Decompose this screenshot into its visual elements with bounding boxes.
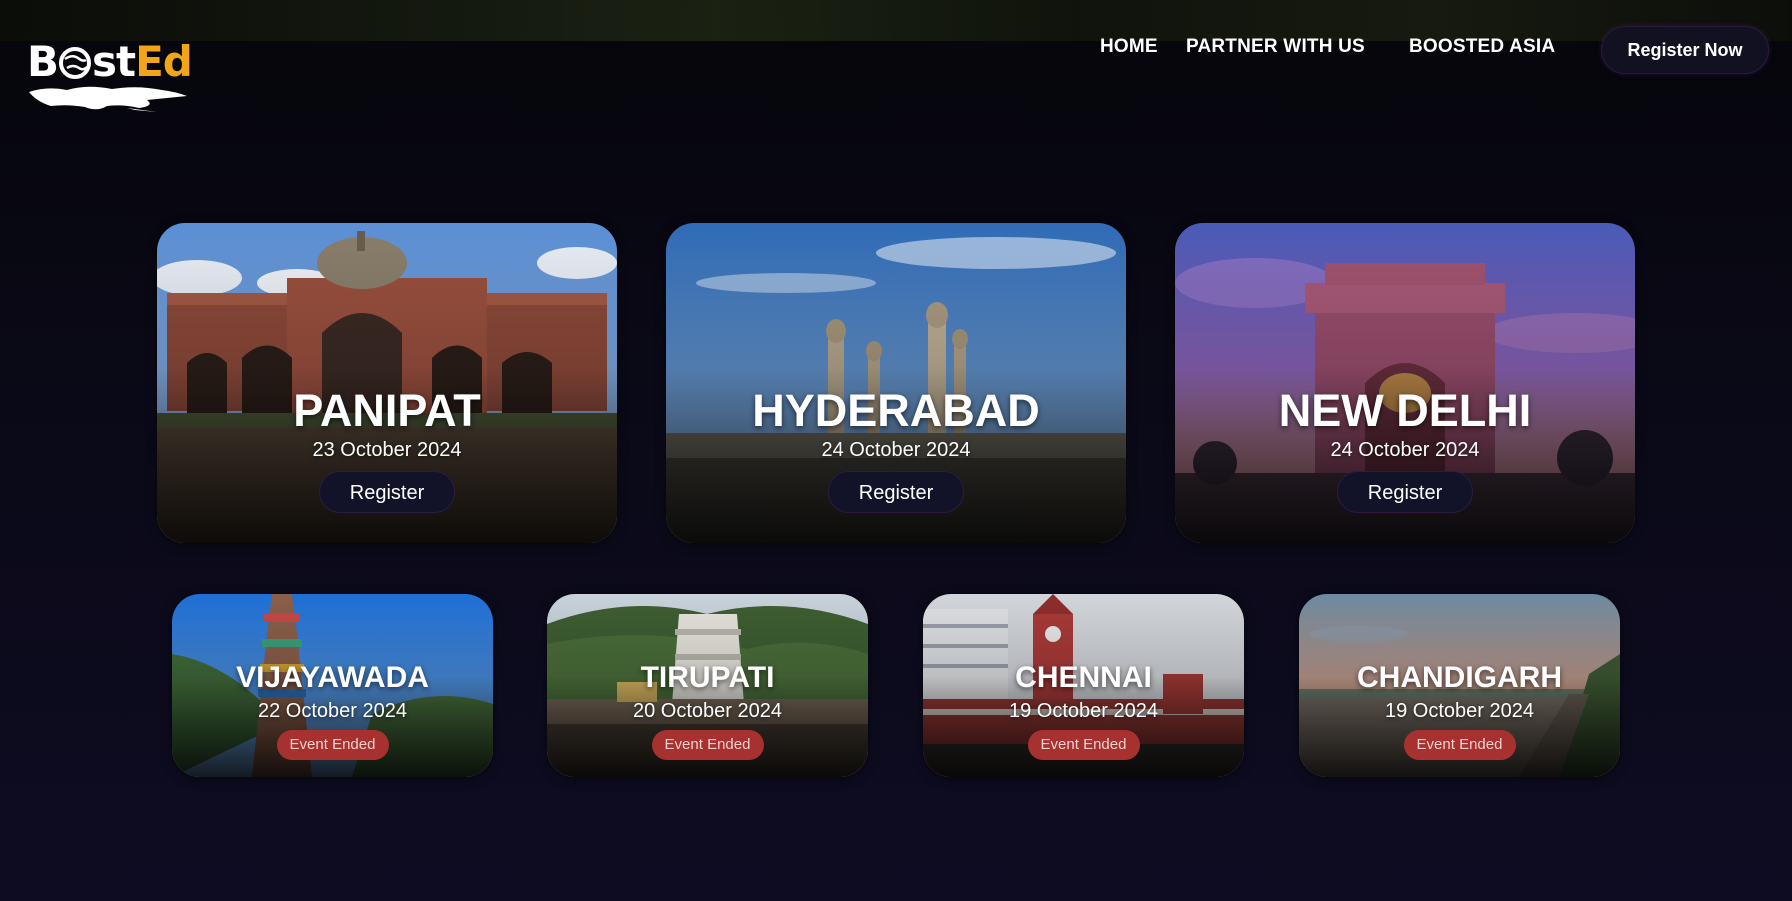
event-date: 24 October 2024 [821, 439, 971, 461]
event-card-chennai[interactable]: CHENNAI 19 October 2024 Event Ended [923, 594, 1244, 777]
register-button[interactable]: Register [319, 471, 455, 513]
register-now-button[interactable]: Register Now [1601, 26, 1769, 74]
boosted-logo[interactable]: B stEd [27, 37, 193, 114]
event-date: 23 October 2024 [312, 439, 462, 461]
register-button[interactable]: Register [828, 471, 964, 513]
site-header: B stEd HOME PARTNER WITH US BOOSTED ASIA… [0, 0, 1792, 120]
event-card-vijayawada[interactable]: VIJAYAWADA 22 October 2024 Event Ended [172, 594, 493, 777]
nav-home[interactable]: HOME [1100, 36, 1158, 58]
event-date: 19 October 2024 [1009, 700, 1158, 722]
event-card-chandigarh[interactable]: CHANDIGARH 19 October 2024 Event Ended [1299, 594, 1620, 777]
event-ended-badge: Event Ended [276, 730, 389, 760]
event-date: 20 October 2024 [633, 700, 782, 722]
event-city: HYDERABAD [752, 385, 1040, 436]
nav-boosted-asia[interactable]: BOOSTED ASIA [1409, 36, 1555, 58]
event-card-tirupati[interactable]: TIRUPATI 20 October 2024 Event Ended [547, 594, 868, 777]
event-ended-badge: Event Ended [651, 730, 764, 760]
globe-icon [59, 47, 92, 79]
event-city: NEW DELHI [1278, 385, 1532, 436]
event-ended-badge: Event Ended [1027, 730, 1140, 760]
event-ended-badge: Event Ended [1403, 730, 1516, 760]
event-city: PANIPAT [293, 385, 481, 436]
event-date: 24 October 2024 [1330, 439, 1480, 461]
event-date: 22 October 2024 [258, 700, 407, 722]
nav-partner-with-us[interactable]: PARTNER WITH US [1186, 36, 1365, 58]
event-city: VIJAYAWADA [236, 661, 429, 694]
event-date: 19 October 2024 [1385, 700, 1534, 722]
paint-splash-icon [29, 86, 187, 112]
event-city: CHENNAI [1015, 661, 1152, 694]
event-city: CHANDIGARH [1357, 661, 1562, 694]
event-card-new-delhi[interactable]: NEW DELHI 24 October 2024 Register [1175, 223, 1635, 543]
logo-wordmark: B stEd [27, 37, 193, 86]
event-card-hyderabad[interactable]: HYDERABAD 24 October 2024 Register [666, 223, 1126, 543]
event-card-panipat[interactable]: PANIPAT 23 October 2024 Register [157, 223, 617, 543]
register-button[interactable]: Register [1337, 471, 1473, 513]
event-city: TIRUPATI [640, 661, 775, 694]
